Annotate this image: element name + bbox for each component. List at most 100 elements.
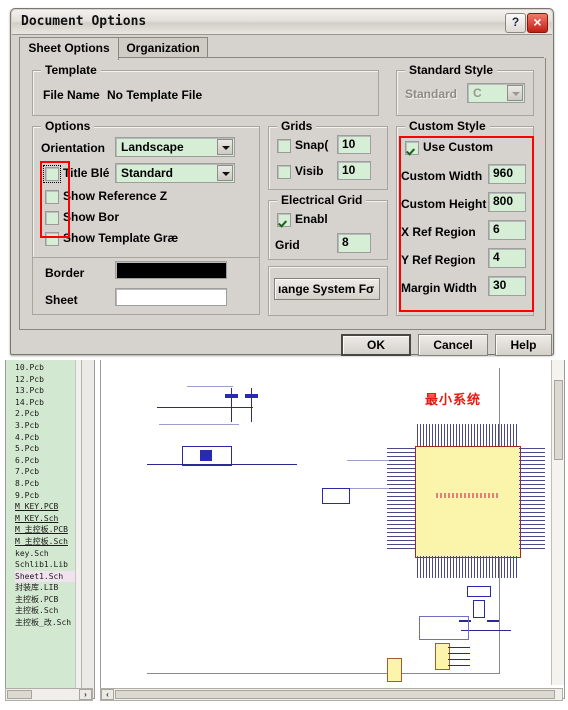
- custom-height-label: Custom Height: [401, 197, 487, 211]
- orientation-value: Landscape: [121, 140, 184, 154]
- dialog-tabs: Sheet Options Organization: [19, 37, 544, 60]
- change-system-font-button[interactable]: ıange System Fσ: [274, 278, 380, 300]
- schematic-capacitor: [225, 394, 238, 398]
- schematic-wire: [487, 620, 499, 622]
- chip-pins-right: [519, 448, 545, 552]
- snap-grid-checkbox[interactable]: [277, 139, 291, 153]
- screen: Document Options ? × Sheet Options Organ…: [0, 0, 568, 710]
- margin-width-input[interactable]: 30: [488, 276, 526, 296]
- schematic-component: [322, 488, 350, 504]
- schematic-wire: [157, 407, 253, 408]
- schematic-sheet[interactable]: 最小系统: [147, 368, 545, 682]
- title-block-combo[interactable]: Standard: [115, 163, 235, 183]
- grids-group-label: Grids: [277, 119, 317, 133]
- use-custom-label: Use Custom: [423, 140, 494, 154]
- chevron-down-icon[interactable]: [217, 139, 233, 155]
- left-scroll-thumb[interactable]: [7, 690, 32, 699]
- schematic-capacitor: [200, 450, 212, 461]
- electrical-grid-group-label: Electrical Grid: [277, 193, 367, 207]
- file-name-label: File Name: [43, 88, 100, 102]
- snap-grid-input[interactable]: 10: [337, 135, 371, 154]
- left-pane-vertical-scrollbar[interactable]: [81, 360, 94, 698]
- help-icon[interactable]: ?: [505, 13, 526, 33]
- visible-grid-label: Visib: [295, 164, 324, 178]
- project-file-list-pane[interactable]: 10.Pcb 12.Pcb 13.Pcb 14.Pcb 2.Pcb 3.Pcb 4.Pcb 5…: [5, 360, 95, 699]
- close-icon[interactable]: ×: [527, 13, 548, 33]
- schematic-wire: [448, 665, 470, 666]
- schematic-connector: [387, 658, 402, 682]
- schematic-mcu-chip[interactable]: [415, 446, 521, 558]
- application-window: 10.Pcb 12.Pcb 13.Pcb 14.Pcb 2.Pcb 3.Pcb 4.Pcb 5…: [0, 360, 568, 710]
- schematic-scroll-left-button[interactable]: ‹: [101, 689, 114, 700]
- show-template-graphics-label: Show Template Græ: [63, 231, 179, 245]
- electrical-grid-enable-checkbox[interactable]: [277, 213, 291, 227]
- y-ref-region-label: Y Ref Region: [401, 253, 476, 267]
- options-group: Options Orientation Landscape Title Blé …: [32, 119, 260, 258]
- chip-pins-left: [387, 448, 415, 552]
- dialog-titlebar[interactable]: Document Options ? ×: [12, 10, 552, 35]
- standard-style-value: C: [473, 86, 482, 100]
- visible-grid-checkbox[interactable]: [277, 165, 291, 179]
- standard-style-combo[interactable]: C: [467, 83, 525, 103]
- electrical-grid-group: Electrical Grid Enabl Grid 8: [268, 193, 388, 260]
- title-block-checkbox[interactable]: [43, 165, 61, 183]
- chevron-down-icon[interactable]: [217, 165, 233, 181]
- use-custom-checkbox[interactable]: [405, 141, 419, 155]
- cancel-button[interactable]: Cancel: [418, 334, 488, 356]
- schematic-wire: [187, 386, 233, 387]
- x-ref-region-label: X Ref Region: [401, 225, 476, 239]
- schematic-capacitor: [245, 394, 258, 398]
- schematic-editor-pane[interactable]: 最小系统: [100, 360, 565, 699]
- schematic-bus: [347, 460, 389, 461]
- electrical-grid-range-input[interactable]: 8: [337, 233, 371, 253]
- custom-style-group-label: Custom Style: [405, 119, 490, 133]
- standard-style-group-label: Standard Style: [405, 63, 498, 77]
- tab-organization[interactable]: Organization: [118, 37, 208, 59]
- show-border-checkbox[interactable]: [45, 211, 59, 225]
- help-button[interactable]: Help: [495, 334, 552, 356]
- file-name-value: No Template File: [107, 88, 203, 102]
- custom-width-input[interactable]: 960: [488, 164, 526, 184]
- close-glyph: ×: [533, 14, 542, 30]
- snap-grid-label: Snap(: [295, 138, 329, 152]
- title-block-label: Title Blé: [63, 166, 110, 180]
- electrical-grid-range-label: Grid: [275, 238, 300, 252]
- y-ref-region-input[interactable]: 4: [488, 248, 526, 268]
- left-scroll-right-button[interactable]: ›: [79, 689, 92, 700]
- tab-sheet-options[interactable]: Sheet Options: [19, 37, 119, 60]
- template-group: Template File Name No Template File: [32, 63, 379, 116]
- margin-width-label: Margin Width: [401, 281, 477, 295]
- schematic-scroll-thumb[interactable]: [554, 380, 563, 460]
- orientation-combo[interactable]: Landscape: [115, 137, 235, 157]
- show-reference-label: Show Reference Z: [63, 189, 168, 203]
- title-block-value: Standard: [121, 166, 174, 180]
- electrical-grid-enable-label: Enabl: [295, 212, 328, 226]
- schematic-horizontal-scrollbar[interactable]: ‹: [100, 688, 563, 701]
- chip-pins-top: [417, 424, 517, 446]
- options-group-label: Options: [41, 119, 95, 133]
- schematic-wire: [159, 424, 239, 425]
- options-group-bottom: [32, 256, 260, 315]
- schematic-scroll-thumb-h[interactable]: [115, 690, 555, 699]
- schematic-wire: [448, 653, 470, 654]
- left-pane-horizontal-scrollbar[interactable]: ›: [5, 688, 93, 701]
- grids-group: Grids Snap( 10 Visib 10: [268, 119, 388, 190]
- schematic-vertical-scrollbar[interactable]: [551, 360, 564, 685]
- schematic-annotation-title: 最小系统: [425, 393, 482, 408]
- custom-width-label: Custom Width: [401, 169, 483, 183]
- template-group-label: Template: [41, 63, 101, 77]
- chevron-down-icon[interactable]: [507, 85, 523, 101]
- custom-height-input[interactable]: 800: [488, 192, 526, 212]
- sheet-options-panel: Template File Name No Template File Opti…: [19, 58, 546, 330]
- x-ref-region-input[interactable]: 6: [488, 220, 526, 240]
- chip-label-block: [436, 493, 500, 498]
- orientation-label: Orientation: [41, 141, 106, 155]
- show-template-graphics-checkbox[interactable]: [45, 232, 59, 246]
- visible-grid-input[interactable]: 10: [337, 161, 371, 180]
- show-reference-checkbox[interactable]: [45, 190, 59, 204]
- schematic-crystal: [467, 586, 491, 597]
- dialog-title: Document Options: [21, 14, 147, 29]
- schematic-component: [419, 616, 469, 640]
- standard-style-label: Standard: [405, 87, 458, 101]
- ok-button[interactable]: OK: [341, 334, 411, 356]
